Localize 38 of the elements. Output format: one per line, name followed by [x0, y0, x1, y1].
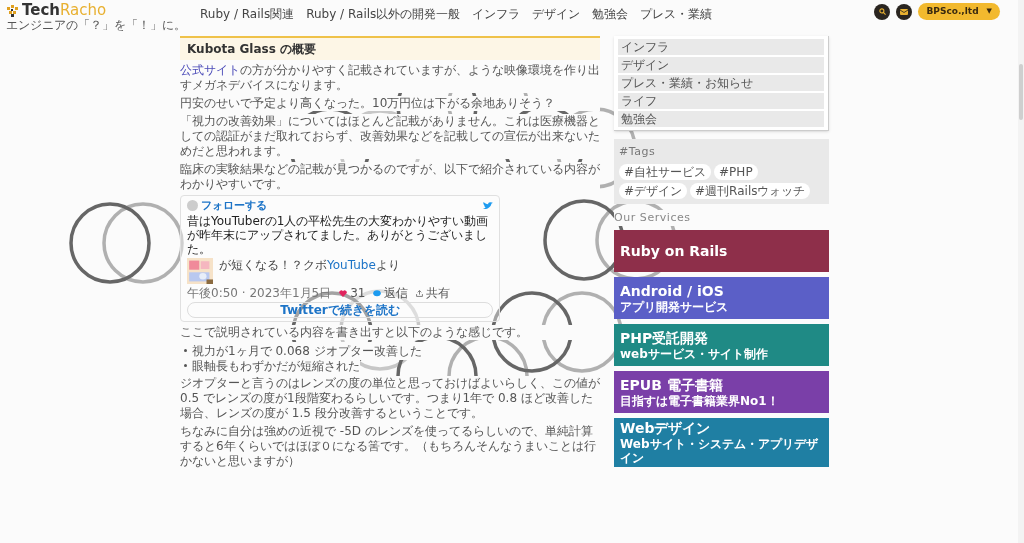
section-heading: Kubota Glass の概要 — [180, 36, 600, 60]
category-link[interactable]: 勉強会 — [618, 111, 824, 127]
service-banner[interactable]: PHP受託開発 webサービス・サイト制作 — [614, 324, 829, 366]
nav-link[interactable]: インフラ — [472, 5, 521, 23]
paragraph: 「視力の改善効果」についてはほとんど記載がありません。これは医療機器としての認証がまだ取れておらず、改善効果などを記載しての宣伝が出来ないためだと思われます。 — [180, 114, 600, 159]
category-link[interactable]: インフラ — [618, 39, 824, 55]
paragraph: 臨床の実験結果などの記載が見つかるのですが、以下で紹介されている内容がわかりやすいです。 — [180, 162, 600, 192]
link[interactable]: 公式サイト — [180, 63, 240, 77]
tag-chip[interactable]: #PHP — [714, 163, 758, 180]
paragraph: 公式サイト の方が分かりやすく記載されていますが、ような映像環境を作り出すメガネデバイスになります。 — [180, 63, 600, 93]
reply-link[interactable]: 返信 — [384, 286, 409, 300]
tweet-text: が短くなる！？クボYouTubeより — [219, 258, 400, 272]
tags-title: #Tags — [619, 144, 657, 160]
tagline: エンジニアの「？」を「！」に。 — [6, 18, 186, 32]
category-link[interactable]: ライフ — [618, 93, 824, 109]
nav-link[interactable]: プレス・業績 — [640, 5, 713, 23]
tag-chip[interactable]: #デザイン — [619, 182, 688, 199]
service-banner[interactable]: EPUB 電子書籍 目指すは電子書籍業界No1！ — [614, 371, 829, 413]
nav-link[interactable]: Ruby / Rails以外の開発一般 — [306, 5, 461, 23]
category-link[interactable]: デザイン — [618, 57, 824, 73]
tag-chip[interactable]: #自社サービス — [619, 163, 712, 180]
service-banner[interactable]: Android / iOS アプリ開発サービス — [614, 277, 829, 319]
tag-chip[interactable]: #週刊Railsウォッチ — [690, 182, 811, 199]
nav-link[interactable]: 勉強会 — [592, 5, 629, 23]
follow-link[interactable]: フォローする — [201, 199, 267, 212]
category-link[interactable]: プレス・業績・お知らせ — [618, 75, 824, 91]
share-link[interactable]: 共有 — [426, 286, 451, 300]
tweet-text: 昔はYouTuberの1人の平松先生の大変わかりやすい動画が昨年末にアップされてました。ありがとうございました。 — [187, 214, 490, 256]
paragraph: 円安のせいで予定より高くなった。10万円位は下がる余地ありそう？ — [180, 96, 600, 111]
link[interactable]: YouTube — [327, 258, 376, 272]
nav-link[interactable]: Ruby / Rails関連 — [200, 5, 295, 23]
list-item: 視力が1ヶ月で 0.068 ジオプター改善した — [192, 341, 422, 360]
paragraph: ジオプターと言うのはレンズの度の単位と思っておけばよいらしく、この値が 0.5 でレンズの度が1段階変わるらしいです。つまり1年で 0.8 ほど改善した場合、レンズの度が 1.5 段分改善するということです。 — [180, 376, 600, 421]
service-banner[interactable]: Webデザイン Webサイト・システム・アプリデザイン — [614, 418, 829, 467]
service-banner[interactable]: Ruby on Rails — [614, 230, 829, 272]
site-logo[interactable]: TechRacho — [22, 3, 107, 18]
nav-link[interactable]: デザイン — [532, 5, 581, 23]
like-count: 31 — [350, 286, 366, 300]
